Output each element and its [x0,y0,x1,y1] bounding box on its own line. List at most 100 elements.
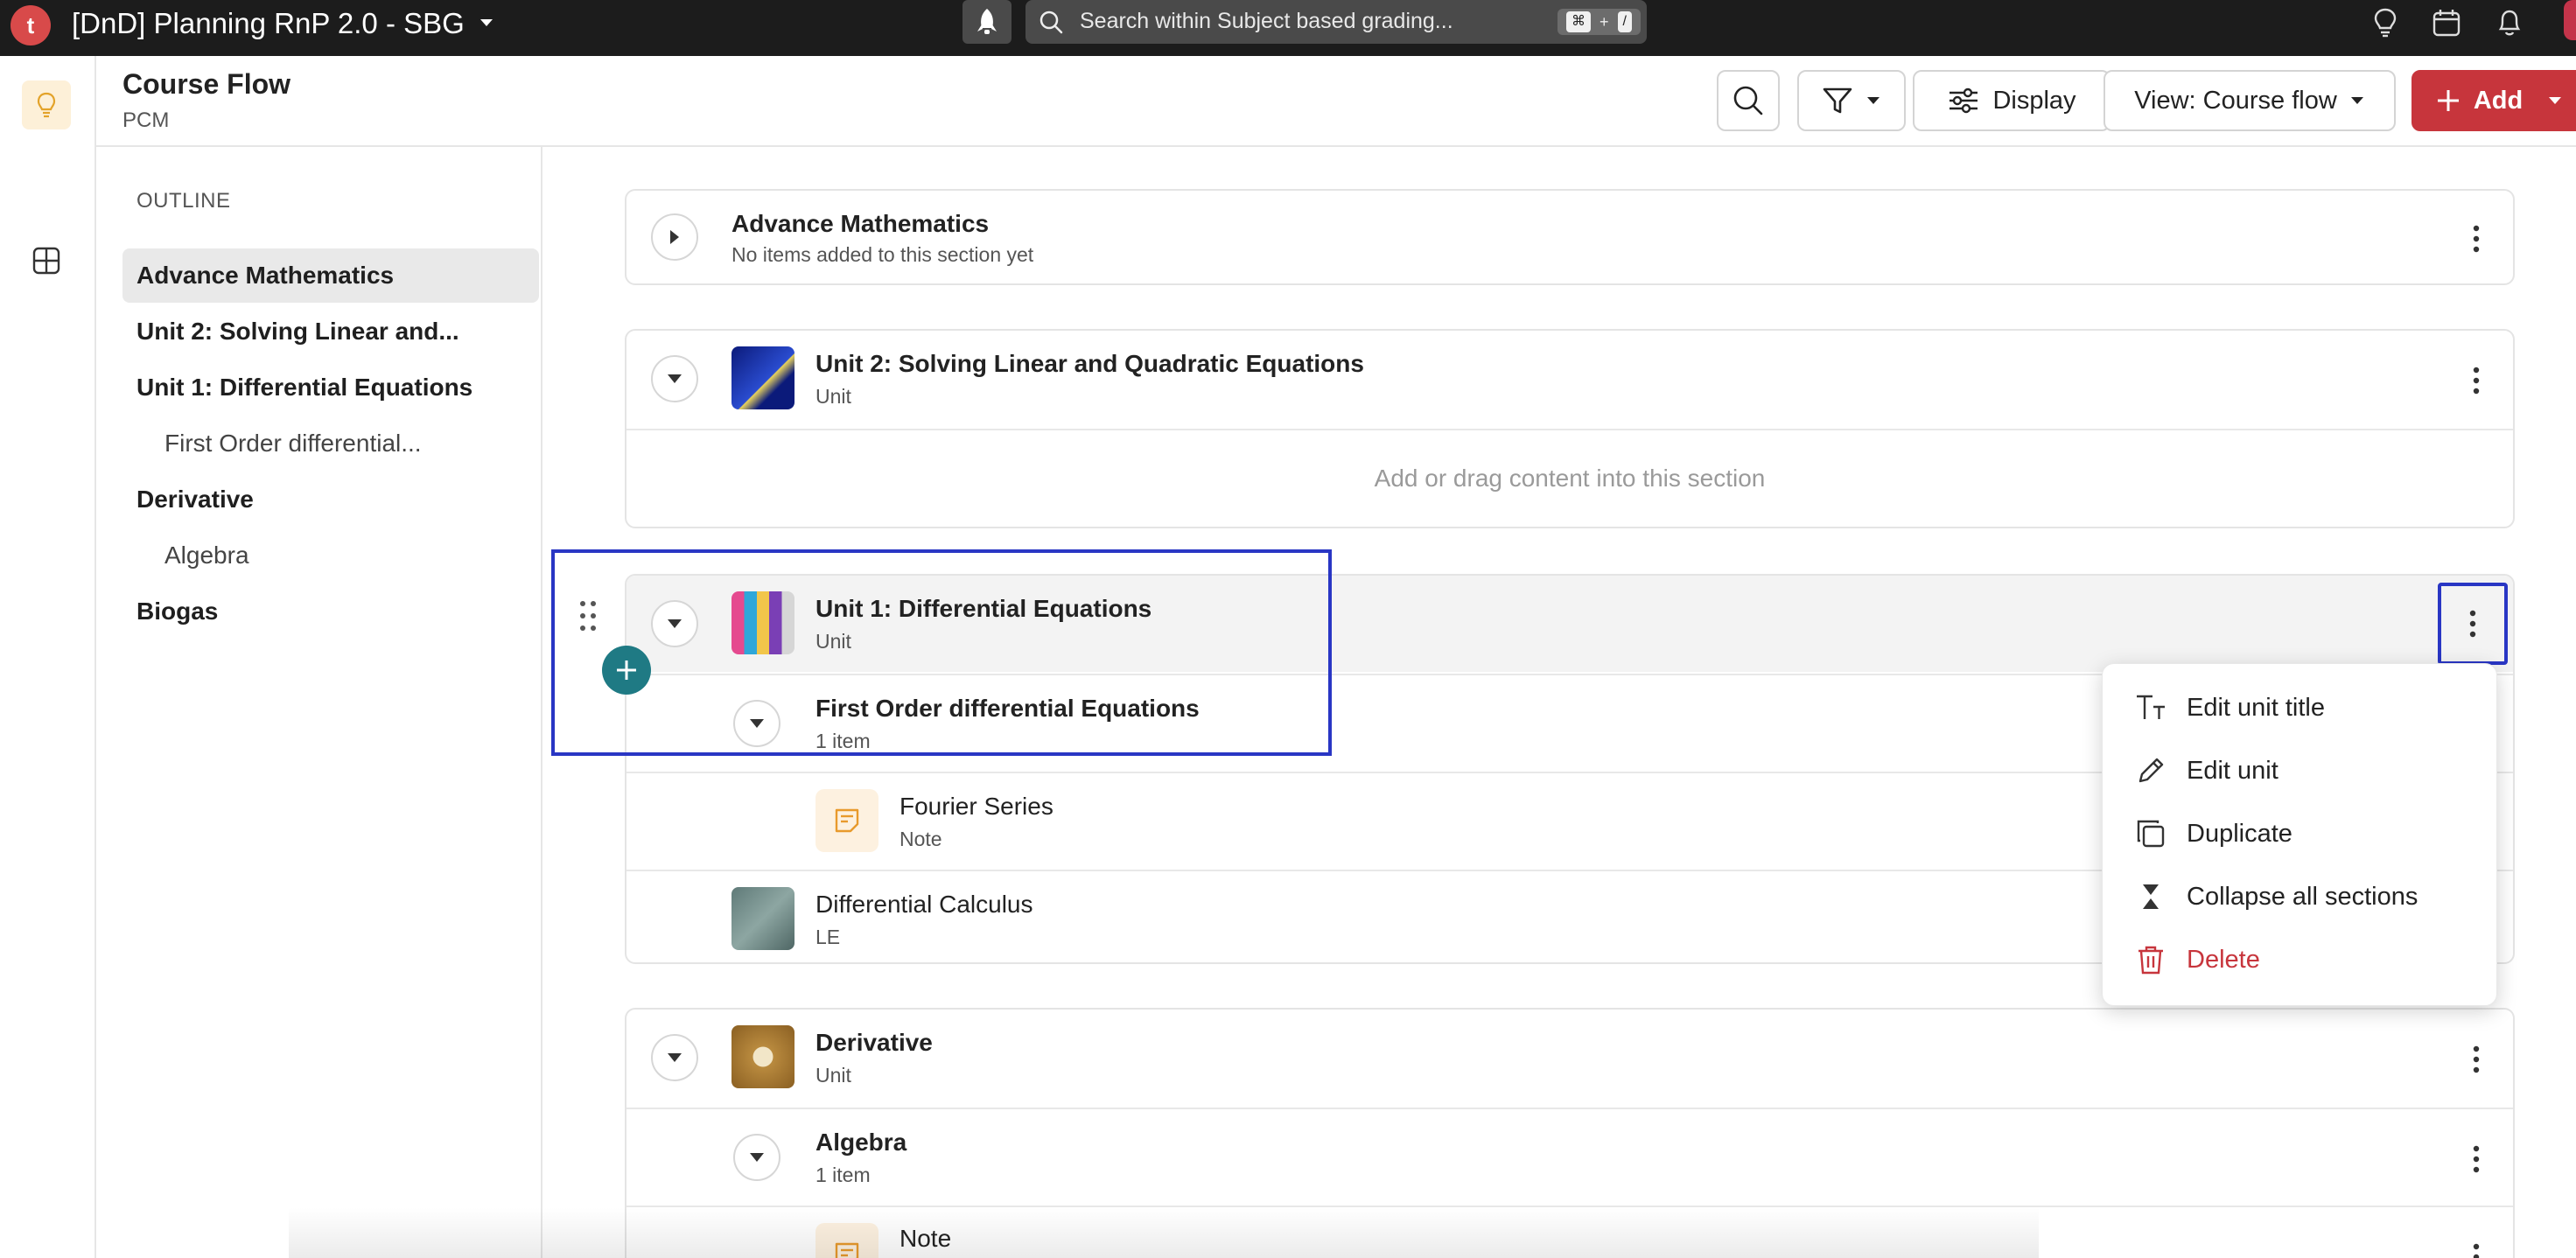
note-title: Note [900,1225,952,1252]
search-shortcut-hint: ⌘ + / [1558,9,1641,35]
section-card-derivative: Derivative Unit Algebra 1 item Note [625,1008,2515,1258]
unit-row[interactable]: Unit 2: Solving Linear and Quadratic Equ… [626,331,2513,427]
unit-context-menu: Edit unit title Edit unit Duplicate Coll… [2102,663,2497,1006]
add-button-label: Add [2473,86,2524,115]
le-title: Differential Calculus [816,891,1033,918]
chevron-down-icon [668,1053,682,1062]
grid-view-icon[interactable] [22,236,71,285]
outline-item-derivative[interactable]: Derivative [122,472,539,527]
chevron-down-icon [668,374,682,383]
app-logo[interactable]: t [10,5,51,45]
menu-item-label: Delete [2187,945,2260,974]
more-options-icon[interactable] [2457,1136,2496,1183]
section-card-unit-2: Unit 2: Solving Linear and Quadratic Equ… [625,329,2515,528]
le-thumbnail [732,887,794,950]
search-placeholder: Search within Subject based grading... [1080,9,1453,33]
outline-item-biogas[interactable]: Biogas [122,584,539,639]
filter-button[interactable] [1797,70,1906,131]
outline-item-first-order[interactable]: First Order differential... [122,416,539,471]
subsection-title: Algebra [816,1129,907,1156]
trash-icon [2134,943,2167,976]
bell-icon[interactable] [2490,3,2529,42]
search-icon [1733,86,1763,115]
menu-item-edit-unit-title[interactable]: Edit unit title [2103,676,2496,739]
lightbulb-icon[interactable] [2366,3,2404,42]
menu-item-label: Collapse all sections [2187,882,2418,911]
search-icon [1038,9,1064,39]
top-bar: t [DnD] Planning RnP 2.0 - SBG Search wi… [0,0,2576,56]
chevron-down-icon [2350,97,2363,104]
subsection-row[interactable]: Algebra 1 item [626,1108,2513,1204]
text-title-icon [2134,691,2167,724]
shortcut-plus: + [1600,12,1609,31]
unit-thumbnail [732,1025,794,1088]
chevron-down-icon [750,1153,764,1162]
expand-toggle[interactable] [651,355,698,402]
menu-item-delete[interactable]: Delete [2103,928,2496,991]
global-search-input[interactable]: Search within Subject based grading... [1026,0,1647,44]
more-options-icon[interactable] [2457,1036,2496,1083]
shortcut-slash-key: / [1617,11,1632,32]
course-title[interactable]: [DnD] Planning RnP 2.0 - SBG [72,5,465,42]
note-icon [816,1223,878,1258]
selection-highlight [551,549,1332,756]
subsection-count: 1 item [816,1164,871,1186]
expand-toggle[interactable] [733,1134,780,1181]
section-header[interactable]: Advance Mathematics No items added to th… [626,191,2513,283]
more-options-icon[interactable] [2438,583,2508,665]
outline-item-advance-mathematics[interactable]: Advance Mathematics [122,248,539,303]
note-icon [816,789,878,852]
menu-item-edit-unit[interactable]: Edit unit [2103,739,2496,802]
outline-item-algebra[interactable]: Algebra [122,528,539,583]
outline-heading: OUTLINE [136,189,231,213]
shortcut-cmd-key: ⌘ [1566,11,1591,32]
duplicate-icon [2134,817,2167,850]
chevron-down-icon[interactable] [2547,95,2563,106]
outline-panel: OUTLINE Advance Mathematics Unit 2: Solv… [96,147,542,1258]
insights-lightbulb-icon[interactable] [22,80,71,129]
empty-section-hint: Add or drag content into this section [1374,465,1766,492]
unit-type: Unit [816,385,851,408]
unit-title: Unit 2: Solving Linear and Quadratic Equ… [816,350,1364,377]
calendar-icon[interactable] [2427,3,2466,42]
outline-item-unit-1[interactable]: Unit 1: Differential Equations [122,360,539,415]
section-title: Advance Mathematics [732,210,990,237]
menu-item-duplicate[interactable]: Duplicate [2103,802,2496,865]
chevron-right-icon [670,230,679,244]
menu-item-collapse-all[interactable]: Collapse all sections [2103,865,2496,928]
section-subtitle: No items added to this section yet [732,243,1034,266]
more-options-icon[interactable] [2457,357,2496,404]
section-card-advance-mathematics: Advance Mathematics No items added to th… [625,189,2515,285]
menu-item-label: Duplicate [2187,819,2292,848]
plus-icon [2437,90,2459,111]
course-switcher-caret-icon[interactable] [475,11,498,34]
display-button-label: Display [1992,86,2076,115]
user-avatar[interactable] [2564,0,2576,40]
unit-title: Derivative [816,1029,933,1056]
chevron-down-icon [1867,97,1880,104]
more-options-icon[interactable] [2457,215,2496,262]
note-row[interactable]: Note [626,1206,2513,1258]
le-type: LE [816,926,841,948]
more-options-icon[interactable] [2457,1234,2496,1258]
note-type: Note [900,828,942,850]
left-rail [0,56,542,1258]
drop-zone[interactable]: Add or drag content into this section [626,429,2513,525]
pencil-icon [2134,754,2167,787]
filter-icon [1823,87,1852,114]
display-button[interactable]: Display [1913,70,2110,131]
menu-item-label: Edit unit title [2187,693,2325,722]
view-selector[interactable]: View: Course flow [2104,70,2396,131]
expand-toggle[interactable] [651,1034,698,1081]
page-subtitle: PCM [122,108,170,132]
view-selector-label: View: Course flow [2134,86,2337,115]
outline-item-unit-2[interactable]: Unit 2: Solving Linear and... [122,304,539,359]
menu-item-label: Edit unit [2187,756,2278,785]
expand-toggle[interactable] [651,213,698,261]
unit-type: Unit [816,1064,851,1087]
search-button[interactable] [1717,70,1780,131]
rocket-icon[interactable] [962,0,1012,44]
add-button[interactable]: Add [2412,70,2576,131]
page-title: Course Flow [122,68,291,100]
unit-row[interactable]: Derivative Unit [626,1010,2513,1106]
